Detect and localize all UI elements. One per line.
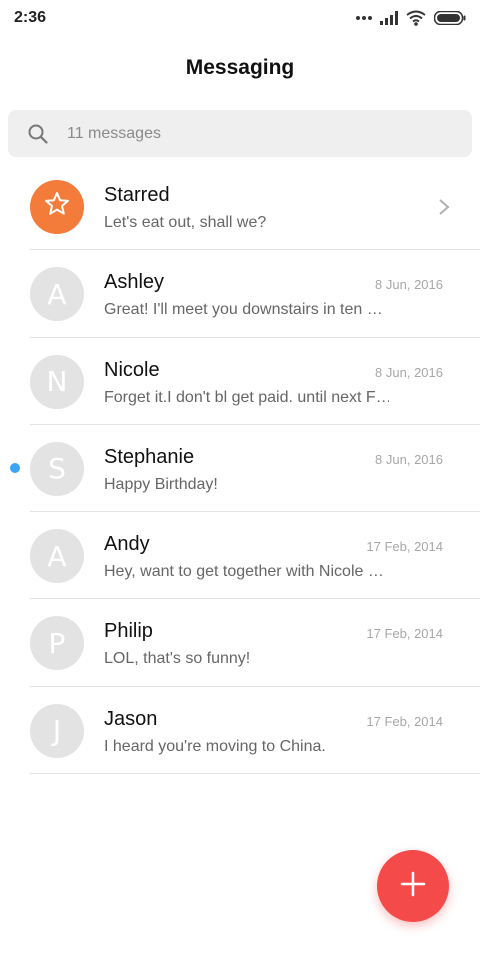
conversation-row-ashley[interactable]: A Ashley Great! I'll meet you downstairs… <box>0 250 480 338</box>
message-preview: LOL, that's so funny! <box>104 650 251 668</box>
battery-icon <box>434 11 466 25</box>
search-bar[interactable]: 11 messages <box>8 110 472 157</box>
conversation-row-nicole[interactable]: N Nicole Forget it.I don't bl get paid. … <box>0 338 480 425</box>
message-date: 17 Feb, 2014 <box>366 626 443 642</box>
search-placeholder: 11 messages <box>67 125 161 142</box>
conversation-row-philip[interactable]: P Philip LOL, that's so funny! 17 Feb, 2… <box>0 599 480 687</box>
chevron-right-icon <box>438 198 450 216</box>
message-date: 8 Jun, 2016 <box>375 451 443 467</box>
star-icon <box>43 190 71 225</box>
status-bar: 2:36 <box>0 0 480 36</box>
message-preview: I heard you're moving to China. <box>104 737 326 755</box>
unread-indicator <box>10 462 20 473</box>
divider <box>30 773 480 775</box>
avatar: A <box>30 529 84 584</box>
avatar: A <box>30 267 84 322</box>
conversation-row-stephanie[interactable]: S Stephanie Happy Birthday! 8 Jun, 2016 <box>0 425 480 513</box>
page-title: Messaging <box>185 56 295 79</box>
wifi-icon <box>406 10 426 26</box>
contact-name: Philip <box>104 620 153 643</box>
contact-name: Ashley <box>104 271 165 294</box>
avatar: J <box>30 703 84 758</box>
contact-name: Andy <box>104 533 150 556</box>
contact-name: Stephanie <box>104 445 195 468</box>
avatar: N <box>30 354 84 409</box>
avatar: S <box>30 441 84 496</box>
conversation-row-jason[interactable]: J Jason I heard you're moving to China. … <box>0 687 480 775</box>
message-preview: Great! I'll meet you downstairs in ten … <box>104 301 383 319</box>
starred-preview: Let's eat out, shall we? <box>104 214 267 231</box>
message-preview: Hey, want to get together with Nicole … <box>104 563 384 581</box>
contact-name: Nicole <box>104 358 160 381</box>
message-date: 17 Feb, 2014 <box>366 539 443 555</box>
new-message-button[interactable] <box>377 850 449 922</box>
message-date: 8 Jun, 2016 <box>375 277 443 293</box>
conversation-list: Starred Let's eat out, shall we? A Ashle… <box>0 163 480 775</box>
message-preview: Happy Birthday! <box>104 475 218 493</box>
starred-title: Starred <box>104 184 170 206</box>
avatar: P <box>30 616 84 671</box>
starred-row[interactable]: Starred Let's eat out, shall we? <box>0 163 480 251</box>
status-icons <box>356 8 466 28</box>
contact-name: Jason <box>104 707 158 730</box>
message-preview: Forget it.I don't bl get paid. until nex… <box>104 388 389 406</box>
status-time: 2:36 <box>14 9 47 26</box>
message-date: 17 Feb, 2014 <box>366 713 443 729</box>
signal-icon <box>380 11 398 25</box>
conversation-row-andy[interactable]: A Andy Hey, want to get together with Ni… <box>0 512 480 600</box>
message-date: 8 Jun, 2016 <box>375 364 443 380</box>
plus-icon <box>399 870 427 903</box>
starred-avatar <box>30 180 84 234</box>
search-icon <box>28 124 48 144</box>
more-dots-icon <box>356 15 372 21</box>
